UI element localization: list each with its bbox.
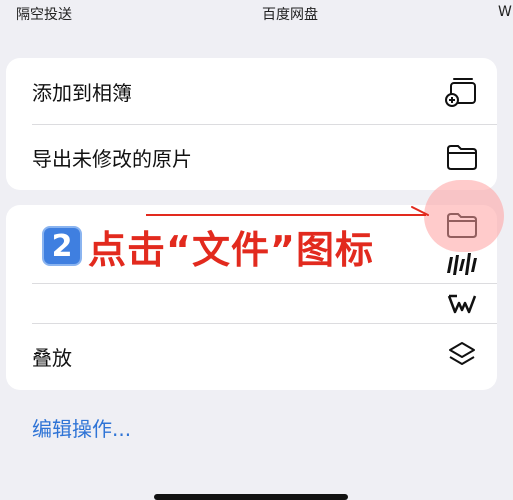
export-unmodified-row[interactable]: 导出未修改的原片 [6,124,497,190]
stack-row[interactable]: 叠放 [6,323,497,389]
actions-card-1: 添加到相簿 导出未修改的原片 [6,58,497,190]
add-to-album-label: 添加到相簿 [32,80,132,105]
export-unmodified-label: 导出未修改的原片 [32,146,192,171]
baidu-netdisk-label[interactable]: 百度网盘 [262,4,318,24]
home-indicator [154,494,348,500]
instruction-text: 点击“文件”图标 [88,227,374,272]
share-app-strip: 隔空投送 百度网盘 W [0,0,513,28]
step-number-badge: 2 [42,226,82,266]
airdrop-label[interactable]: 隔空投送 [16,4,72,24]
files-icon-highlight [424,180,504,252]
stack-label: 叠放 [32,345,72,370]
add-to-album-icon [445,74,479,108]
wps-row[interactable] [6,283,497,323]
edit-actions-link[interactable]: 编辑操作... [32,413,131,442]
dolby-icon [445,247,479,281]
shortcuts-icon [445,339,479,373]
instruction-annotation: 2 点击“文件”图标 [42,222,374,272]
w-app-label[interactable]: W [498,4,512,20]
add-to-album-row[interactable]: 添加到相簿 [6,58,497,124]
folder-icon [445,140,479,174]
wps-icon [445,286,479,320]
